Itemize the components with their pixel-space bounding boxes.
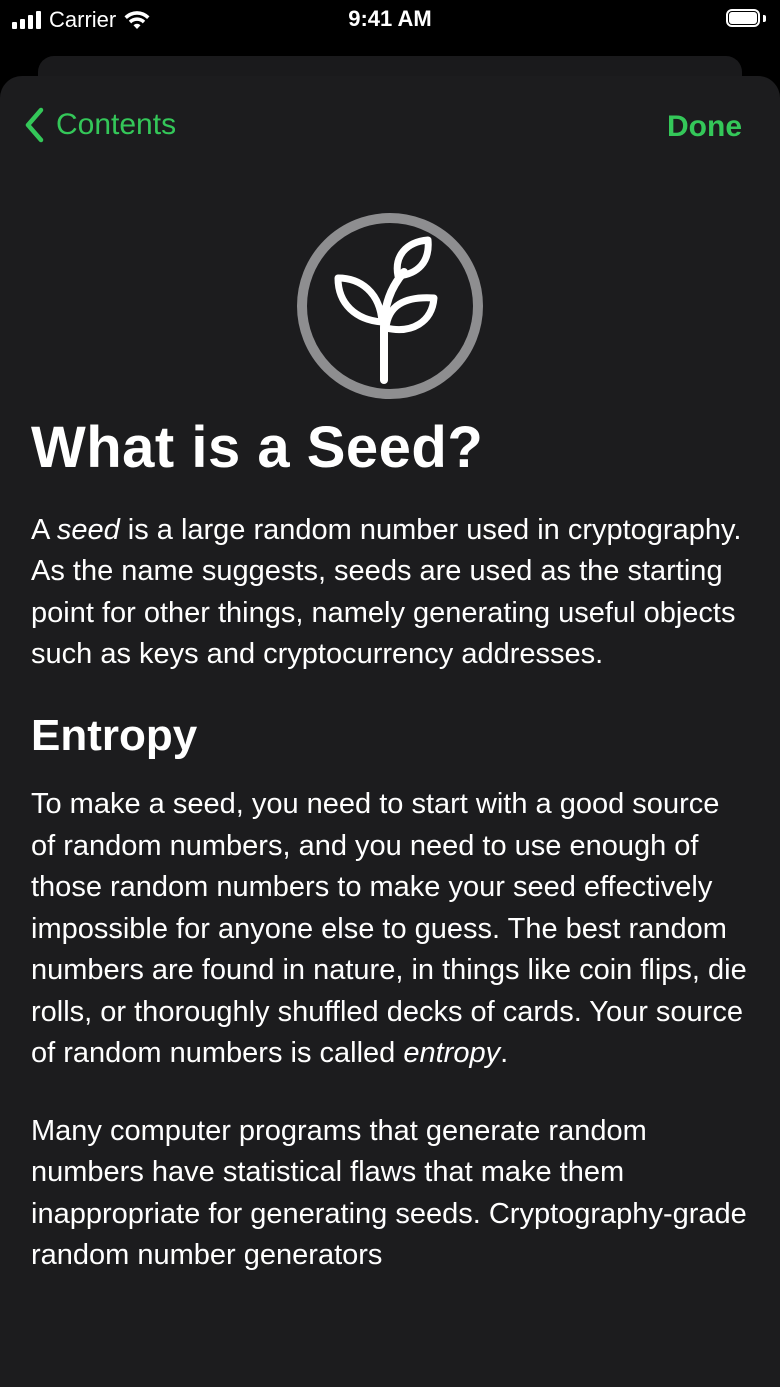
hero-icon-container bbox=[0, 210, 780, 402]
status-time: 9:41 AM bbox=[348, 6, 432, 31]
rng-paragraph: Many computer programs that generate ran… bbox=[31, 1114, 747, 1272]
entropy-term: entropy bbox=[403, 1037, 501, 1070]
navigation-bar: Contents Done bbox=[0, 76, 780, 176]
intro-paragraph: A seed is a large random number used in … bbox=[31, 513, 742, 671]
page-title: What is a Seed? bbox=[31, 415, 484, 480]
chevron-left-icon bbox=[25, 107, 44, 143]
seedling-icon bbox=[297, 213, 483, 399]
screen: Carrier 9:41 AM Contents Done What is a … bbox=[0, 0, 780, 1387]
back-button-label: Contents bbox=[56, 108, 177, 141]
battery-icon bbox=[726, 9, 766, 29]
entropy-heading: Entropy bbox=[31, 710, 198, 760]
seed-term: seed bbox=[56, 513, 120, 546]
back-to-contents-button[interactable]: Contents bbox=[22, 106, 176, 144]
status-bar: Carrier 9:41 AM bbox=[0, 0, 780, 40]
entropy-paragraph: To make a seed, you need to start with a… bbox=[31, 788, 747, 1070]
done-button[interactable]: Done bbox=[667, 110, 742, 144]
article-content: What is a Seed? A seed is a large random… bbox=[31, 416, 751, 1313]
modal-sheet: Contents Done What is a Seed? A seed is … bbox=[0, 76, 780, 1387]
